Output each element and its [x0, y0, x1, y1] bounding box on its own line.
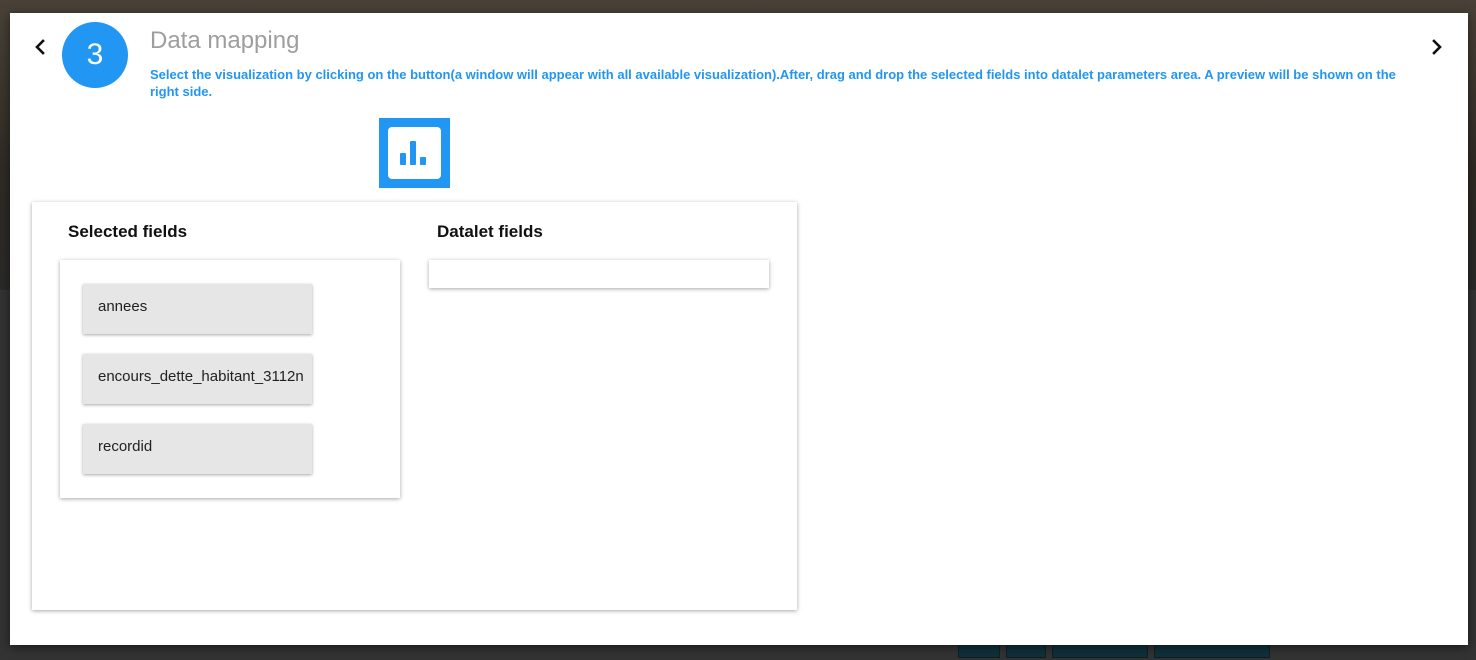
- select-visualization-button[interactable]: [379, 118, 450, 188]
- datalet-fields-drop-area[interactable]: [429, 260, 769, 288]
- bar-chart-icon-bar: [400, 153, 406, 165]
- field-chip-annees[interactable]: annees: [83, 284, 312, 334]
- field-mapping-panel: Selected fields Datalet fields annees en…: [32, 202, 797, 610]
- data-mapping-dialog: 3 Data mapping Select the visualization …: [10, 13, 1468, 645]
- field-chip-encours-dette-habitant[interactable]: encours_dette_habitant_3112n: [83, 354, 312, 404]
- chevron-right-icon: [1432, 39, 1442, 55]
- next-step-button[interactable]: [1425, 35, 1449, 59]
- previous-step-button[interactable]: [28, 35, 52, 59]
- chevron-left-icon: [35, 39, 45, 55]
- selected-fields-title: Selected fields: [68, 222, 188, 241]
- step-description: Select the visualization by clicking on …: [150, 67, 1396, 99]
- selected-fields-list: annees encours_dette_habitant_3112n reco…: [60, 260, 400, 498]
- step-number-badge: 3: [62, 22, 128, 88]
- bar-chart-icon-bar: [410, 141, 416, 165]
- step-title: Data mapping: [150, 27, 300, 54]
- bar-chart-icon-bar: [420, 157, 426, 165]
- datalet-fields-title: Datalet fields: [437, 222, 543, 241]
- field-chip-recordid[interactable]: recordid: [83, 424, 312, 474]
- bar-chart-icon: [388, 127, 441, 179]
